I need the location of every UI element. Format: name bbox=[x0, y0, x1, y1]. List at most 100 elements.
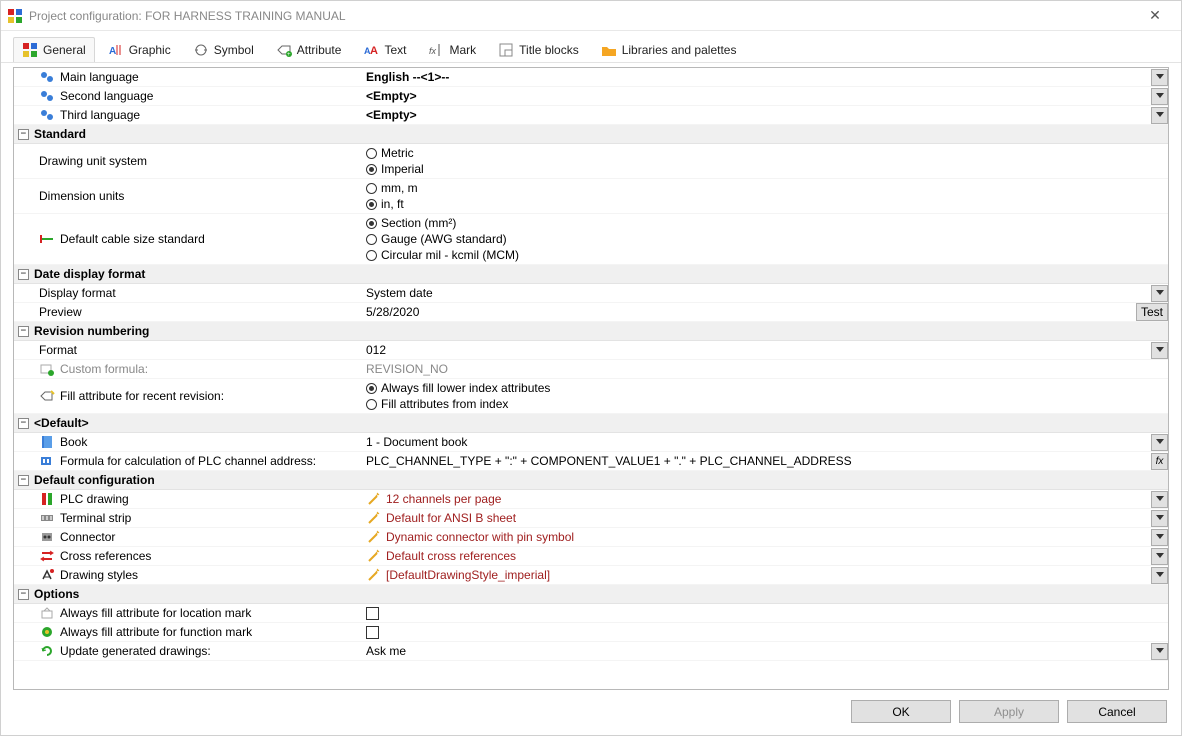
value-update-generated: Ask me bbox=[366, 644, 406, 658]
label-fill-location: Always fill attribute for location mark bbox=[60, 606, 251, 620]
value-terminal-strip: Default for ANSI B sheet bbox=[386, 511, 516, 525]
label-plc-drawing: PLC drawing bbox=[60, 492, 129, 506]
svg-text:+: + bbox=[287, 52, 291, 58]
dropdown-format[interactable] bbox=[1151, 342, 1168, 359]
value-drawing-styles: [DefaultDrawingStyle_imperial] bbox=[386, 568, 550, 582]
tab-title-blocks[interactable]: Title blocks bbox=[489, 37, 588, 62]
wand-icon bbox=[366, 567, 382, 583]
value-display-format: System date bbox=[366, 286, 433, 300]
tab-graphic[interactable]: A Graphic bbox=[99, 37, 180, 62]
language-icon bbox=[39, 88, 55, 104]
test-button[interactable]: Test bbox=[1136, 303, 1168, 321]
plc-icon bbox=[39, 491, 55, 507]
tab-label: Text bbox=[384, 43, 406, 57]
tab-label: Libraries and palettes bbox=[622, 43, 737, 57]
value-preview: 5/28/2020 bbox=[366, 305, 419, 319]
label-cable-standard: Default cable size standard bbox=[60, 232, 205, 246]
tab-label: Attribute bbox=[297, 43, 342, 57]
svg-text:fx: fx bbox=[429, 46, 437, 56]
label-main-language: Main language bbox=[60, 70, 139, 84]
svg-text:A: A bbox=[370, 45, 378, 57]
radio-in[interactable]: in, ft bbox=[366, 197, 418, 211]
radio-section[interactable]: Section (mm²) bbox=[366, 216, 519, 230]
cancel-button[interactable]: Cancel bbox=[1067, 700, 1167, 723]
radio-metric[interactable]: Metric bbox=[366, 146, 424, 160]
ok-button[interactable]: OK bbox=[851, 700, 951, 723]
tab-general[interactable]: General bbox=[13, 37, 95, 62]
terminal-icon bbox=[39, 510, 55, 526]
crossref-icon bbox=[39, 548, 55, 564]
apply-button[interactable]: Apply bbox=[959, 700, 1059, 723]
tab-label: General bbox=[43, 43, 86, 57]
update-icon bbox=[39, 643, 55, 659]
value-book: 1 - Document book bbox=[366, 435, 467, 449]
expander-standard[interactable]: − bbox=[18, 129, 29, 140]
label-connector: Connector bbox=[60, 530, 115, 544]
checkbox-fill-location[interactable] bbox=[366, 607, 379, 620]
radio-mm[interactable]: mm, m bbox=[366, 181, 418, 195]
dropdown-third-language[interactable] bbox=[1151, 107, 1168, 124]
radio-fill-index[interactable]: Fill attributes from index bbox=[366, 397, 550, 411]
text-icon: AA bbox=[363, 42, 379, 58]
dropdown-connector[interactable] bbox=[1151, 529, 1168, 546]
value-cross-references: Default cross references bbox=[386, 549, 516, 563]
value-custom-formula: REVISION_NO bbox=[366, 362, 448, 376]
fx-button[interactable]: fx bbox=[1151, 453, 1168, 470]
value-format: 012 bbox=[366, 343, 386, 357]
label-third-language: Third language bbox=[60, 108, 140, 122]
expander-options[interactable]: − bbox=[18, 589, 29, 600]
property-grid[interactable]: Main language English --<1>-- Second lan… bbox=[14, 68, 1168, 689]
value-plc-formula: PLC_CHANNEL_TYPE + ":" + COMPONENT_VALUE… bbox=[366, 454, 852, 468]
radio-circular[interactable]: Circular mil - kcmil (MCM) bbox=[366, 248, 519, 262]
dropdown-cross-references[interactable] bbox=[1151, 548, 1168, 565]
dropdown-drawing-styles[interactable] bbox=[1151, 567, 1168, 584]
expander-date[interactable]: − bbox=[18, 269, 29, 280]
label-custom-formula: Custom formula: bbox=[60, 362, 148, 376]
dropdown-display-format[interactable] bbox=[1151, 285, 1168, 302]
attribute-icon bbox=[39, 388, 55, 404]
tab-attribute[interactable]: + Attribute bbox=[267, 37, 351, 62]
dropdown-second-language[interactable] bbox=[1151, 88, 1168, 105]
label-drawing-styles: Drawing styles bbox=[60, 568, 138, 582]
label-fill-attr-revision: Fill attribute for recent revision: bbox=[60, 389, 224, 403]
value-connector: Dynamic connector with pin symbol bbox=[386, 530, 574, 544]
tab-label: Symbol bbox=[214, 43, 254, 57]
close-button[interactable]: ✕ bbox=[1135, 7, 1175, 24]
graphic-icon: A bbox=[108, 42, 124, 58]
tab-label: Title blocks bbox=[519, 43, 579, 57]
tab-symbol[interactable]: Symbol bbox=[184, 37, 263, 62]
mark-icon: fx bbox=[428, 42, 444, 58]
cable-icon bbox=[39, 231, 55, 247]
wand-icon bbox=[366, 529, 382, 545]
label-second-language: Second language bbox=[60, 89, 153, 103]
expander-defconf[interactable]: − bbox=[18, 475, 29, 486]
window-title: Project configuration: FOR HARNESS TRAIN… bbox=[29, 9, 1135, 23]
dropdown-plc-drawing[interactable] bbox=[1151, 491, 1168, 508]
label-update-generated: Update generated drawings: bbox=[60, 644, 211, 658]
expander-default[interactable]: − bbox=[18, 418, 29, 429]
radio-fill-lower[interactable]: Always fill lower index attributes bbox=[366, 381, 550, 395]
tab-mark[interactable]: fx Mark bbox=[419, 37, 485, 62]
tab-label: Mark bbox=[449, 43, 476, 57]
dropdown-main-language[interactable] bbox=[1151, 69, 1168, 86]
symbol-icon bbox=[193, 42, 209, 58]
expander-revision[interactable]: − bbox=[18, 326, 29, 337]
styles-icon bbox=[39, 567, 55, 583]
function-icon bbox=[39, 624, 55, 640]
dropdown-book[interactable] bbox=[1151, 434, 1168, 451]
title-blocks-icon bbox=[498, 42, 514, 58]
label-book: Book bbox=[60, 435, 87, 449]
wand-icon bbox=[366, 491, 382, 507]
header-date-format: Date display format bbox=[34, 267, 145, 281]
formula-icon bbox=[39, 361, 55, 377]
dropdown-update-generated[interactable] bbox=[1151, 643, 1168, 660]
label-fill-function: Always fill attribute for function mark bbox=[60, 625, 252, 639]
tab-libraries[interactable]: Libraries and palettes bbox=[592, 37, 746, 62]
checkbox-fill-function[interactable] bbox=[366, 626, 379, 639]
language-icon bbox=[39, 69, 55, 85]
header-default: <Default> bbox=[34, 416, 89, 430]
dropdown-terminal-strip[interactable] bbox=[1151, 510, 1168, 527]
radio-gauge[interactable]: Gauge (AWG standard) bbox=[366, 232, 519, 246]
tab-text[interactable]: AA Text bbox=[354, 37, 415, 62]
radio-imperial[interactable]: Imperial bbox=[366, 162, 424, 176]
